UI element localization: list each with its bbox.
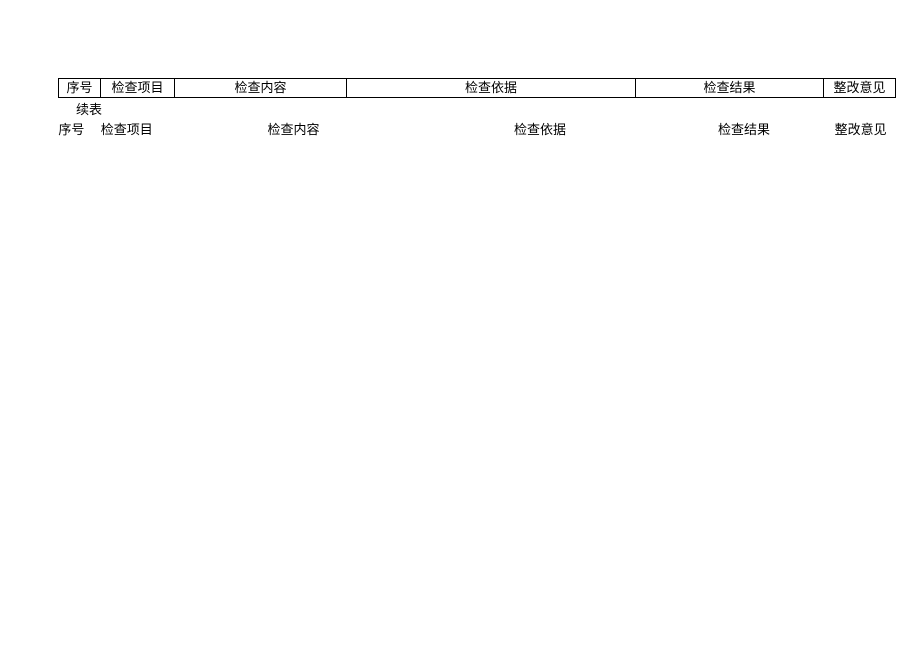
header2-seq: 序号 — [58, 122, 85, 138]
header-item: 检查项目 — [101, 79, 175, 98]
continue-table-label: 续表 — [58, 102, 895, 118]
header2-opinion: 整改意见 — [826, 122, 895, 138]
table-header-row: 序号 检查项目 检查内容 检查依据 检查结果 整改意见 — [59, 79, 896, 98]
inspection-table-1: 序号 检查项目 检查内容 检查依据 检查结果 整改意见 — [58, 78, 896, 98]
header-result: 检查结果 — [636, 79, 824, 98]
header-content: 检查内容 — [175, 79, 347, 98]
header2-result: 检查结果 — [662, 122, 826, 138]
header2-item: 检查项目 — [85, 122, 169, 138]
document-content: 序号 检查项目 检查内容 检查依据 检查结果 整改意见 续表 序号 检查项目 检… — [0, 78, 920, 138]
header-seq: 序号 — [59, 79, 101, 98]
header2-basis: 检查依据 — [418, 122, 662, 138]
header-basis: 检查依据 — [347, 79, 636, 98]
header-opinion: 整改意见 — [824, 79, 896, 98]
header2-content: 检查内容 — [169, 122, 418, 138]
inspection-table-2-headers: 序号 检查项目 检查内容 检查依据 检查结果 整改意见 — [58, 122, 895, 138]
